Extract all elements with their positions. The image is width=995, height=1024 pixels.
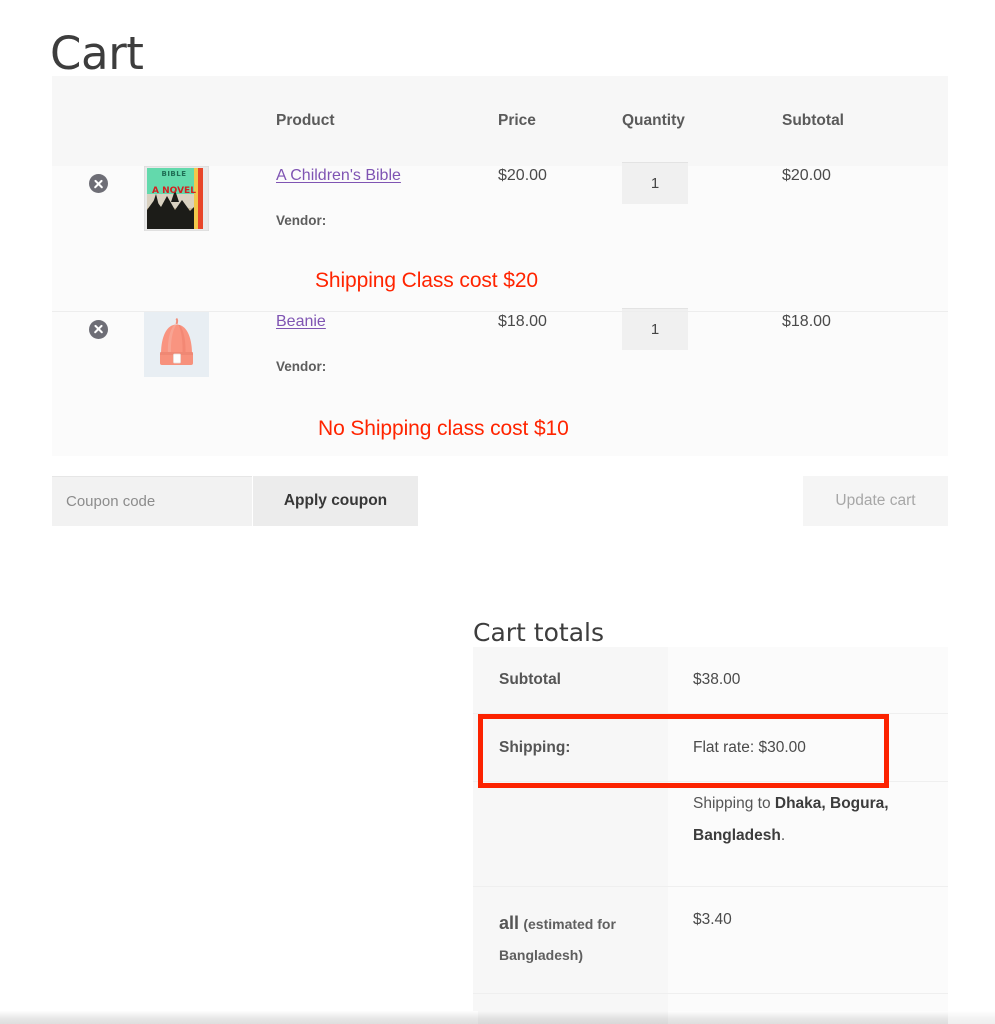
quantity-input[interactable]: 1 bbox=[622, 307, 688, 350]
totals-row-shipping: Shipping: Flat rate: $30.00 bbox=[473, 713, 948, 782]
update-cart-button[interactable]: Update cart bbox=[803, 476, 948, 526]
tax-value: $3.40 bbox=[668, 886, 948, 994]
cart-table-header: Product Price Quantity Subtotal bbox=[52, 76, 948, 166]
page-title: Cart bbox=[50, 27, 144, 81]
shipping-to-suffix: . bbox=[780, 827, 786, 844]
shipping-class-note-item-1: Shipping Class cost $20 bbox=[315, 269, 538, 292]
product-link[interactable]: A Children's Bible bbox=[276, 166, 401, 186]
remove-circle-x-icon[interactable] bbox=[88, 319, 108, 339]
book-cover-thumbnail[interactable]: BIBLE A NOVEL bbox=[144, 166, 209, 231]
quantity-input[interactable]: 1 bbox=[622, 162, 688, 204]
totals-row-tax: all (estimated for Bangladesh) $3.40 bbox=[473, 886, 948, 994]
totals-row-shipping-address: Shipping to Dhaka, Bogura, Bangladesh. bbox=[473, 781, 948, 887]
apply-coupon-button[interactable]: Apply coupon bbox=[253, 476, 418, 526]
product-subtotal: $20.00 bbox=[782, 167, 831, 184]
svg-text:BIBLE: BIBLE bbox=[161, 170, 186, 178]
shipping-class-note-item-2: No Shipping class cost $10 bbox=[318, 417, 569, 440]
header-subtotal: Subtotal bbox=[782, 112, 844, 129]
header-quantity: Quantity bbox=[622, 112, 685, 129]
beanie-thumbnail[interactable] bbox=[144, 311, 209, 377]
product-thumbnail-cell bbox=[144, 310, 276, 456]
shipping-value: Flat rate: $30.00 bbox=[668, 713, 948, 782]
product-link[interactable]: Beanie bbox=[276, 312, 326, 332]
page-bottom-edge-segment bbox=[478, 1011, 668, 1024]
subtotal-label: Subtotal bbox=[473, 647, 668, 714]
shipping-address-label-empty bbox=[473, 781, 668, 887]
header-product: Product bbox=[276, 112, 335, 129]
product-subtotal: $18.00 bbox=[782, 310, 948, 456]
totals-row-subtotal: Subtotal $38.00 bbox=[473, 647, 948, 714]
svg-text:A NOVEL: A NOVEL bbox=[152, 186, 196, 196]
shipping-label: Shipping: bbox=[473, 713, 668, 782]
coupon-row: Apply coupon Update cart bbox=[52, 476, 948, 526]
remove-cell bbox=[52, 310, 144, 456]
tax-label: all (estimated for Bangladesh) bbox=[473, 886, 668, 994]
header-price: Price bbox=[498, 112, 536, 129]
remove-circle-x-icon[interactable] bbox=[88, 174, 108, 193]
subtotal-value: $38.00 bbox=[668, 647, 948, 714]
shipping-destination-text: Shipping to Dhaka, Bogura, Bangladesh. bbox=[693, 788, 948, 852]
vendor-label: Vendor: bbox=[276, 358, 327, 374]
page-bottom-edge-segment bbox=[948, 1011, 995, 1024]
shipping-to-prefix: Shipping to bbox=[693, 795, 775, 812]
cart-items-table: Product Price Quantity Subtotal BIBLE A … bbox=[52, 76, 948, 456]
header-thumbnail bbox=[144, 76, 276, 166]
page-bottom-edge bbox=[0, 1011, 995, 1024]
cart-totals-table: Subtotal $38.00 Shipping: Flat rate: $30… bbox=[473, 647, 948, 1024]
quantity-cell: 1 bbox=[622, 162, 782, 311]
coupon-input[interactable] bbox=[52, 476, 252, 526]
cart-page: Cart Product Price Quantity Subtotal BIB… bbox=[0, 0, 995, 1024]
tax-label-main: all bbox=[499, 913, 520, 933]
quantity-cell: 1 bbox=[622, 307, 782, 456]
remove-cell bbox=[52, 166, 144, 311]
header-remove bbox=[52, 76, 144, 166]
vendor-label: Vendor: bbox=[276, 213, 327, 228]
cart-totals-title: Cart totals bbox=[473, 617, 604, 647]
cart-header-row: Product Price Quantity Subtotal bbox=[52, 76, 948, 166]
product-thumbnail-cell: BIBLE A NOVEL bbox=[144, 166, 276, 311]
shipping-address-cell: Shipping to Dhaka, Bogura, Bangladesh. bbox=[668, 781, 948, 887]
